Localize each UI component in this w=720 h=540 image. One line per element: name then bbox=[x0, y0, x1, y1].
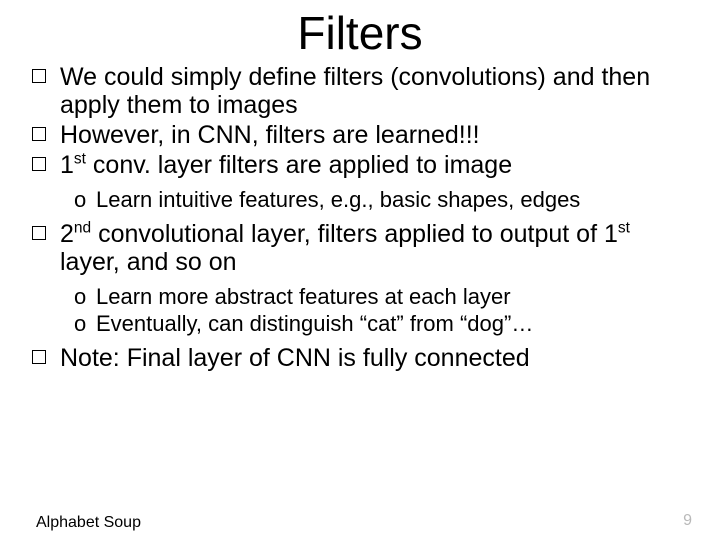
text: 2 bbox=[60, 220, 74, 248]
bullet-item: We could simply define filters (convolut… bbox=[28, 63, 692, 119]
slide-title: Filters bbox=[0, 8, 720, 59]
footer-left: Alphabet Soup bbox=[36, 514, 141, 532]
sub-bullet-item: Eventually, can distinguish “cat” from “… bbox=[28, 311, 692, 336]
bullet-item: Note: Final layer of CNN is fully connec… bbox=[28, 344, 692, 372]
bullet-item: 2nd convolutional layer, filters applied… bbox=[28, 220, 692, 276]
slide-number: 9 bbox=[683, 512, 692, 530]
slide: Filters We could simply define filters (… bbox=[0, 8, 720, 540]
superscript: nd bbox=[74, 220, 91, 237]
superscript: st bbox=[74, 150, 86, 167]
text: layer, and so on bbox=[60, 248, 237, 276]
text: 1 bbox=[60, 151, 74, 179]
slide-body: We could simply define filters (convolut… bbox=[0, 59, 720, 373]
bullet-item: 1st conv. layer filters are applied to i… bbox=[28, 151, 692, 179]
sub-bullet-item: Learn more abstract features at each lay… bbox=[28, 284, 692, 309]
text: conv. layer filters are applied to image bbox=[86, 151, 512, 179]
text: convolutional layer, filters applied to … bbox=[91, 220, 618, 248]
bullet-item: However, in CNN, filters are learned!!! bbox=[28, 121, 692, 149]
sub-bullet-item: Learn intuitive features, e.g., basic sh… bbox=[28, 187, 692, 212]
superscript: st bbox=[618, 220, 630, 237]
